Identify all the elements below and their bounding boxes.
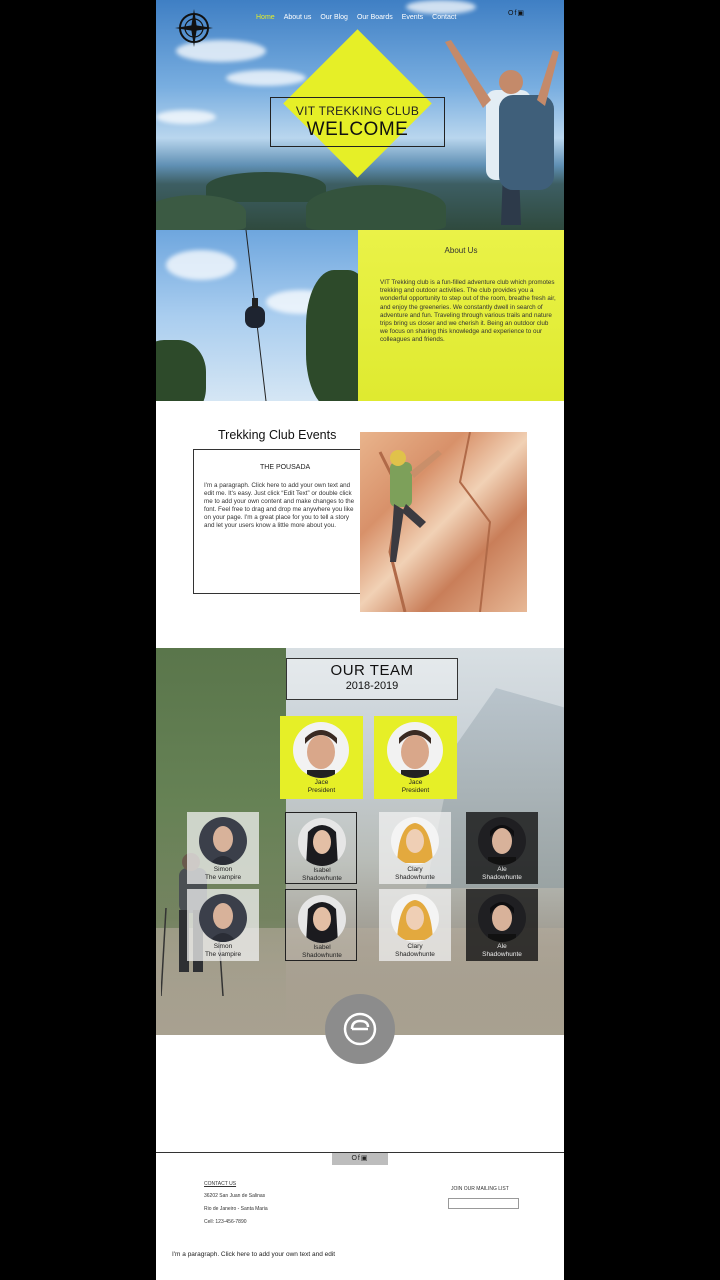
cloud-shape	[156, 110, 216, 124]
member-label: Jace President	[307, 779, 336, 794]
events-title: Trekking Club Events	[218, 428, 337, 442]
avatar	[478, 817, 526, 865]
footer-social-icons[interactable]: Of▣	[332, 1153, 388, 1165]
team-title: OUR TEAM	[330, 662, 414, 679]
hiker-photo	[445, 40, 559, 225]
cloud-shape	[406, 0, 476, 14]
team-title-box: OUR TEAM 2018-2019	[286, 658, 458, 700]
nav-our-boards[interactable]: Our Boards	[357, 14, 393, 21]
avatar	[391, 817, 439, 865]
avatar	[478, 894, 526, 942]
footer-paragraph: I'm a paragraph. Click here to add your …	[172, 1251, 336, 1258]
main-nav: Home About us Our Blog Our Boards Events…	[256, 14, 456, 21]
member-label: Clary Shadowhunte	[395, 943, 435, 958]
avatar	[298, 895, 346, 943]
event-name: THE POUSADA	[260, 464, 311, 471]
member-label: Simon The vampire	[204, 866, 242, 881]
rock-climber-photo	[360, 432, 527, 612]
web-page: Home About us Our Blog Our Boards Events…	[156, 0, 564, 1280]
address-line-2: Rio de Janeiro - Santa Maria	[204, 1206, 268, 1212]
avatar	[298, 818, 346, 866]
member-label: Simon The vampire	[204, 943, 242, 958]
team-card[interactable]: Clary Shadowhunte	[379, 812, 451, 884]
team-card[interactable]: Isabel Shadowhunte	[285, 812, 357, 884]
social-icons[interactable]: Of▣	[508, 9, 525, 17]
member-label: Ale Shadowhunte	[482, 943, 522, 958]
avatar	[387, 722, 443, 778]
nav-events[interactable]: Events	[402, 14, 423, 21]
nav-contact[interactable]: Contact	[432, 14, 456, 21]
hero-title-box: VIT TREKKING CLUB WELCOME	[270, 97, 445, 147]
team-card-leader[interactable]: Jace President	[280, 716, 363, 799]
about-panel: About Us VIT Trekking club is a fun-fill…	[358, 230, 564, 401]
avatar	[199, 894, 247, 942]
address-line-1: 36202 San Juan de Salinas	[204, 1193, 266, 1199]
nav-our-blog[interactable]: Our Blog	[320, 14, 348, 21]
member-label: Isabel Shadowhunte	[302, 867, 342, 882]
island-shape	[306, 185, 446, 230]
member-label: Jace President	[401, 779, 430, 794]
about-text: VIT Trekking club is a fun-filled advent…	[380, 279, 556, 344]
island-shape	[156, 195, 246, 230]
member-label: Clary Shadowhunte	[395, 866, 435, 881]
about-title: About Us	[444, 246, 478, 255]
contact-title: CONTACT US	[204, 1181, 237, 1187]
mailing-email-input[interactable]	[448, 1198, 519, 1209]
avatar	[293, 722, 349, 778]
tree-shape	[306, 270, 358, 401]
team-card[interactable]: Ale Shadowhunte	[466, 889, 538, 961]
mailing-title: JOIN OUR MAILING LIST	[451, 1186, 509, 1192]
compass-logo-icon[interactable]	[174, 8, 214, 48]
hero-club-name: VIT TREKKING CLUB	[295, 104, 420, 118]
nav-home[interactable]: Home	[256, 14, 275, 21]
nav-about-us[interactable]: About us	[284, 14, 312, 21]
hero-section: Home About us Our Blog Our Boards Events…	[156, 0, 564, 230]
avatar	[391, 894, 439, 942]
team-card[interactable]: Clary Shadowhunte	[379, 889, 451, 961]
cloud-shape	[226, 70, 306, 86]
team-year: 2018-2019	[345, 680, 399, 692]
member-label: Ale Shadowhunte	[482, 866, 522, 881]
team-card[interactable]: Simon The vampire	[187, 889, 259, 961]
team-card-leader[interactable]: Jace President	[374, 716, 457, 799]
event-paragraph: I'm a paragraph. Click here to add your …	[204, 482, 355, 529]
team-card[interactable]: Simon The vampire	[187, 812, 259, 884]
capture-icon	[343, 1012, 377, 1046]
avatar	[199, 817, 247, 865]
member-label: Isabel Shadowhunte	[302, 944, 342, 959]
team-card[interactable]: Ale Shadowhunte	[466, 812, 538, 884]
team-section: OUR TEAM 2018-2019 Jace President Jace Pre…	[156, 648, 564, 1035]
cable-car-photo	[156, 230, 358, 401]
phone-line: Cell: 123-456-7890	[204, 1219, 247, 1225]
scroll-capture-button[interactable]	[325, 994, 395, 1064]
hero-welcome: WELCOME	[306, 119, 409, 140]
team-card[interactable]: Isabel Shadowhunte	[285, 889, 357, 961]
